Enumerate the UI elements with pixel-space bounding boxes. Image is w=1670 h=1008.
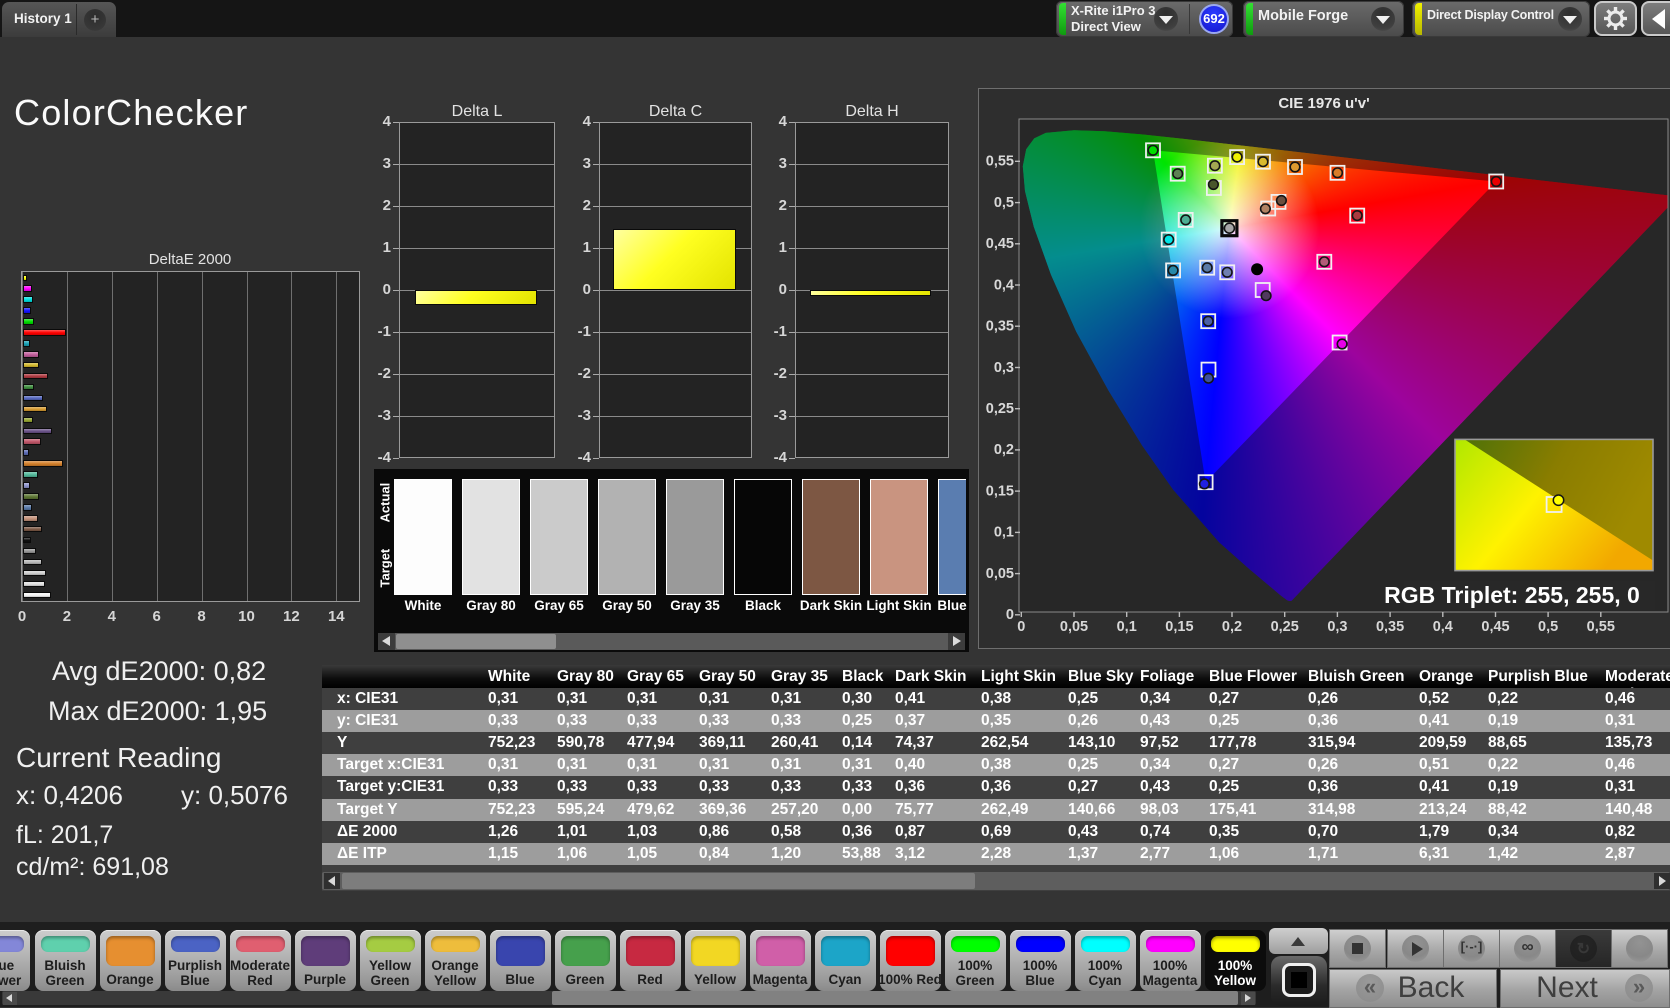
svg-text:0,15: 0,15 bbox=[1165, 619, 1193, 635]
svg-text:RGB Triplet: 255, 255, 0: RGB Triplet: 255, 255, 0 bbox=[1384, 582, 1640, 608]
svg-text:0,55: 0,55 bbox=[1587, 619, 1615, 635]
svg-text:0,05: 0,05 bbox=[1060, 619, 1088, 635]
svg-text:0,25: 0,25 bbox=[986, 401, 1014, 417]
svg-text:0,25: 0,25 bbox=[1271, 619, 1299, 635]
svg-text:0,5: 0,5 bbox=[994, 195, 1014, 211]
svg-text:0,15: 0,15 bbox=[986, 483, 1014, 499]
svg-text:0,4: 0,4 bbox=[1433, 619, 1453, 635]
svg-text:0,35: 0,35 bbox=[1376, 619, 1404, 635]
svg-text:0,2: 0,2 bbox=[1222, 619, 1242, 635]
svg-text:0,55: 0,55 bbox=[986, 154, 1014, 170]
svg-text:0: 0 bbox=[1017, 619, 1025, 635]
svg-text:0,5: 0,5 bbox=[1538, 619, 1558, 635]
svg-text:0,05: 0,05 bbox=[986, 566, 1014, 582]
svg-text:0,2: 0,2 bbox=[994, 442, 1014, 458]
svg-text:0,35: 0,35 bbox=[986, 319, 1014, 335]
svg-text:0: 0 bbox=[1006, 607, 1014, 623]
svg-text:0,4: 0,4 bbox=[994, 277, 1014, 293]
svg-text:0,1: 0,1 bbox=[1117, 619, 1137, 635]
svg-text:0,45: 0,45 bbox=[986, 236, 1014, 252]
svg-text:0,1: 0,1 bbox=[994, 525, 1014, 541]
svg-text:0,3: 0,3 bbox=[1327, 619, 1347, 635]
svg-text:0,45: 0,45 bbox=[1481, 619, 1509, 635]
svg-text:0,3: 0,3 bbox=[994, 360, 1014, 376]
